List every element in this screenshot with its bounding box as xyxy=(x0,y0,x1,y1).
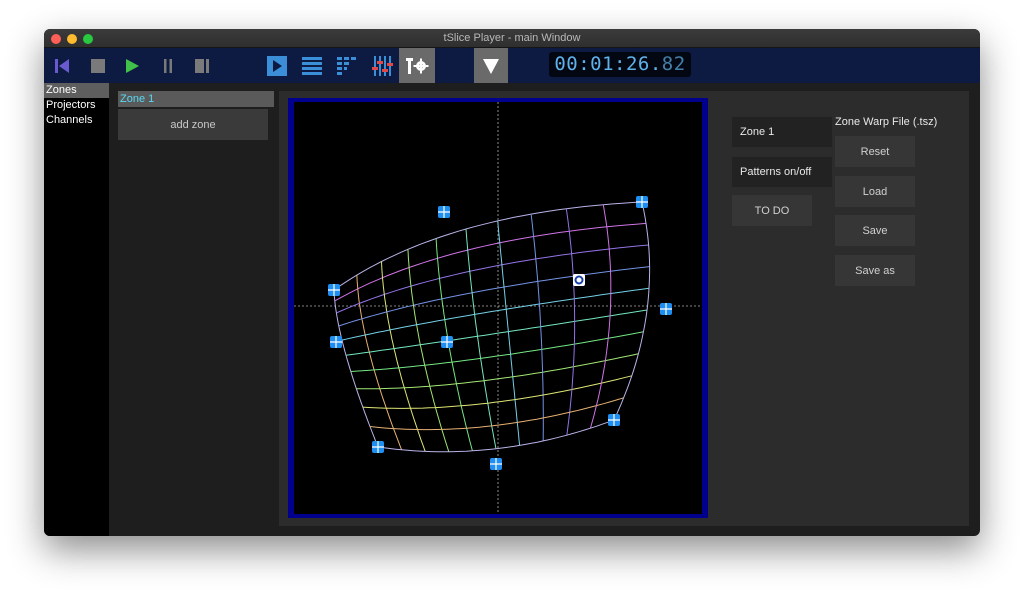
player-view-icon xyxy=(267,55,287,76)
skip-back-button[interactable] xyxy=(50,48,74,83)
player-view-button[interactable] xyxy=(264,48,290,83)
title-bar[interactable]: tSlice Player - main Window xyxy=(44,29,980,48)
todo-button[interactable]: TO DO xyxy=(732,195,812,226)
warp-control-handle[interactable] xyxy=(438,206,450,218)
pause-icon xyxy=(164,58,172,73)
selected-tangent-handle[interactable] xyxy=(573,274,585,286)
warp-editor: Zone 1 Patterns on/off TO DO Zone Warp F… xyxy=(279,91,969,526)
warp-control-handle[interactable] xyxy=(328,284,340,296)
warp-control-handle[interactable] xyxy=(330,336,342,348)
stop-button[interactable] xyxy=(86,48,110,83)
dropdown-icon xyxy=(483,58,499,74)
save-as-button[interactable]: Save as xyxy=(835,255,915,286)
save-button[interactable]: Save xyxy=(835,215,915,246)
zone-list-item[interactable]: Zone 1 xyxy=(118,91,274,107)
settings-view-button[interactable] xyxy=(399,48,435,83)
warp-canvas[interactable] xyxy=(294,102,702,514)
warp-control-handle[interactable] xyxy=(608,414,620,426)
mixer-view-button[interactable] xyxy=(369,48,395,83)
settings-icon xyxy=(406,57,429,74)
stop-frame-button[interactable] xyxy=(190,48,214,83)
window-title: tSlice Player - main Window xyxy=(443,32,581,44)
list-view-button[interactable] xyxy=(299,48,325,83)
sidebar-item-projectors[interactable]: Projectors xyxy=(44,98,109,113)
timecode-display: 00:01:26.82 xyxy=(549,52,691,77)
zone-name-label: Zone 1 xyxy=(732,117,832,147)
zone-list-panel: Zone 1 add zone xyxy=(109,83,279,536)
toolbar: 00:01:26.82 xyxy=(44,48,980,83)
list-view-icon xyxy=(302,56,322,75)
warp-control-handle[interactable] xyxy=(660,303,672,315)
play-icon xyxy=(126,58,139,73)
sidebar-item-zones[interactable]: Zones xyxy=(44,83,109,98)
warp-control-handle[interactable] xyxy=(441,336,453,348)
warp-control-handle[interactable] xyxy=(372,441,384,453)
warp-control-handle[interactable] xyxy=(636,196,648,208)
pause-button[interactable] xyxy=(156,48,180,83)
mapping-icon xyxy=(337,56,356,75)
mapping-view-button[interactable] xyxy=(334,48,360,83)
patterns-toggle-button[interactable]: Patterns on/off xyxy=(732,157,832,187)
dropdown-button[interactable] xyxy=(474,48,508,83)
reset-button[interactable]: Reset xyxy=(835,136,915,167)
warp-canvas-frame xyxy=(288,98,708,518)
timecode-main: 00:01:26. xyxy=(554,53,662,75)
play-button[interactable] xyxy=(120,48,144,83)
mixer-icon xyxy=(372,55,393,76)
timecode-frames: 82 xyxy=(661,53,686,75)
stop-frame-icon xyxy=(195,58,209,73)
warp-control-handle[interactable] xyxy=(490,458,502,470)
warp-file-label: Zone Warp File (.tsz) xyxy=(835,116,938,128)
add-zone-button[interactable]: add zone xyxy=(118,109,268,140)
sidebar: Zones Projectors Channels xyxy=(44,83,109,536)
skip-back-icon xyxy=(55,58,69,73)
sidebar-item-channels[interactable]: Channels xyxy=(44,113,109,128)
stop-icon xyxy=(91,58,105,73)
app-window: tSlice Player - main Window 00:01:26.82 … xyxy=(44,29,980,536)
load-button[interactable]: Load xyxy=(835,176,915,207)
